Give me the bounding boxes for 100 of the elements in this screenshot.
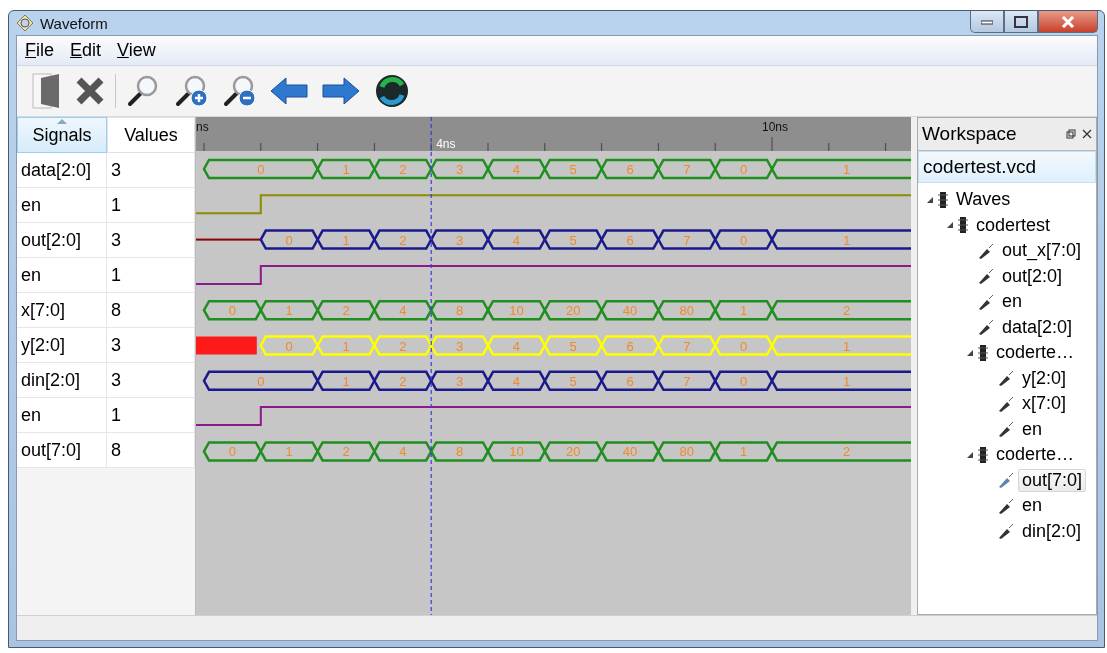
bus-value: 1 <box>842 162 851 177</box>
bus-value: 2 <box>842 444 851 460</box>
left-arrow-icon[interactable] <box>270 76 308 106</box>
probe-icon <box>998 421 1014 438</box>
chip-icon <box>978 343 988 362</box>
bus-value: 7 <box>683 373 691 389</box>
sort-arrow-icon <box>57 119 67 124</box>
signal-name-cell: en <box>17 398 107 433</box>
panel-title: Workspace <box>922 123 1018 145</box>
tree-item[interactable]: out[7:0] <box>1018 468 1087 492</box>
app-icon <box>16 14 34 32</box>
column-header[interactable]: Values <box>107 117 195 153</box>
tree-item[interactable]: coderte… <box>992 443 1079 467</box>
signal-value-cell: 3 <box>107 223 195 258</box>
bus-value: 6 <box>626 162 634 177</box>
probe-icon <box>998 523 1014 540</box>
minimize-button[interactable] <box>970 11 1004 33</box>
tree-item[interactable]: out[2:0] <box>998 264 1067 288</box>
probe-icon <box>978 242 994 259</box>
bus-value: 0 <box>228 444 236 460</box>
bus-value: 3 <box>456 162 464 177</box>
bus-value: 1 <box>285 303 293 319</box>
menu-item[interactable]: Edit <box>70 40 102 61</box>
bus-value: 7 <box>683 162 691 177</box>
signal-value-cell: 1 <box>107 398 195 433</box>
close-icon <box>1061 15 1075 28</box>
close-icon[interactable] <box>75 76 105 106</box>
door-icon[interactable] <box>31 72 61 110</box>
tree-item[interactable]: en <box>998 290 1027 314</box>
tree-item[interactable]: y[2:0] <box>1018 366 1071 390</box>
tree-item[interactable]: x[7:0] <box>1018 392 1071 416</box>
expanded-arrow-icon[interactable] <box>966 348 974 357</box>
menu-item[interactable]: File <box>25 40 54 61</box>
float-icon[interactable] <box>1066 129 1076 139</box>
tree-item[interactable]: out_x[7:0] <box>998 239 1086 263</box>
bus-value: 0 <box>285 338 293 354</box>
bus-value: 1 <box>342 162 350 177</box>
close-button[interactable] <box>1038 11 1098 33</box>
signal-value-cell: 1 <box>107 188 195 223</box>
signal-value-cell: 3 <box>107 363 195 398</box>
probe-icon <box>998 472 1014 489</box>
search-icon[interactable] <box>126 74 160 108</box>
right-arrow-icon[interactable] <box>322 76 360 106</box>
bus-value: 0 <box>740 338 748 354</box>
bus-value: 3 <box>456 373 464 389</box>
close-icon[interactable] <box>1082 129 1092 139</box>
bus-value: 0 <box>740 232 748 248</box>
time-label: 10ns <box>762 120 789 134</box>
bus-value: 1 <box>740 303 748 319</box>
bus-value: 80 <box>679 303 695 319</box>
signal-name-cell: data[2:0] <box>17 153 107 188</box>
bus-value: 1 <box>342 232 350 248</box>
maximize-button[interactable] <box>1004 11 1038 33</box>
cursor-time-label: 4ns <box>436 137 456 151</box>
bus-value: 0 <box>228 303 236 319</box>
signal-value-cell: 8 <box>107 293 195 328</box>
bus-value: 7 <box>683 338 691 354</box>
file-tab[interactable]: codertest.vcd <box>918 151 1096 183</box>
signal-name-cell: en <box>17 188 107 223</box>
bus-value: 4 <box>399 303 407 319</box>
probe-icon <box>978 268 994 285</box>
bus-value: 10 <box>509 444 524 460</box>
zoom-out-icon[interactable] <box>222 74 256 108</box>
bus-value: 0 <box>740 373 748 389</box>
bus-value: 8 <box>456 303 464 319</box>
expanded-arrow-icon[interactable] <box>966 450 974 459</box>
tree-item[interactable]: din[2:0] <box>1018 519 1086 543</box>
probe-icon <box>998 395 1014 412</box>
bus-value: 2 <box>399 232 407 248</box>
tree-item[interactable]: en <box>1018 417 1047 441</box>
refresh-icon[interactable] <box>374 73 410 109</box>
bus-value: 4 <box>399 444 407 460</box>
signal-value-cell: 3 <box>107 328 195 363</box>
bus-value: 2 <box>842 303 851 319</box>
bus-value: 20 <box>565 444 581 460</box>
chip-icon <box>978 445 988 464</box>
tree-item[interactable]: data[2:0] <box>998 315 1077 339</box>
tree-item[interactable]: coderte… <box>992 341 1079 365</box>
bus-value: 0 <box>257 162 265 177</box>
column-header[interactable]: Signals <box>17 117 107 153</box>
zoom-in-icon[interactable] <box>174 74 208 108</box>
bus-value: 8 <box>456 444 464 460</box>
bus-value: 5 <box>569 373 577 389</box>
tree-item[interactable]: en <box>1018 494 1047 518</box>
expanded-arrow-icon[interactable] <box>946 221 954 230</box>
time-cursor[interactable] <box>430 117 432 615</box>
tree-item[interactable]: codertest <box>972 213 1055 237</box>
tree-item[interactable]: Waves <box>952 188 1015 212</box>
bus-value: 5 <box>569 338 577 354</box>
maximize-icon <box>1014 15 1028 28</box>
signal-value-cell: 8 <box>107 433 195 468</box>
bus-value: 80 <box>679 444 695 460</box>
bus-value: 4 <box>512 373 520 389</box>
bus-value: 2 <box>399 373 407 389</box>
menu-item[interactable]: View <box>117 40 156 61</box>
bus-value: 0 <box>285 232 293 248</box>
probe-icon <box>998 497 1014 514</box>
expanded-arrow-icon[interactable] <box>926 195 934 204</box>
chip-icon <box>958 216 968 235</box>
signal-name-cell: en <box>17 258 107 293</box>
